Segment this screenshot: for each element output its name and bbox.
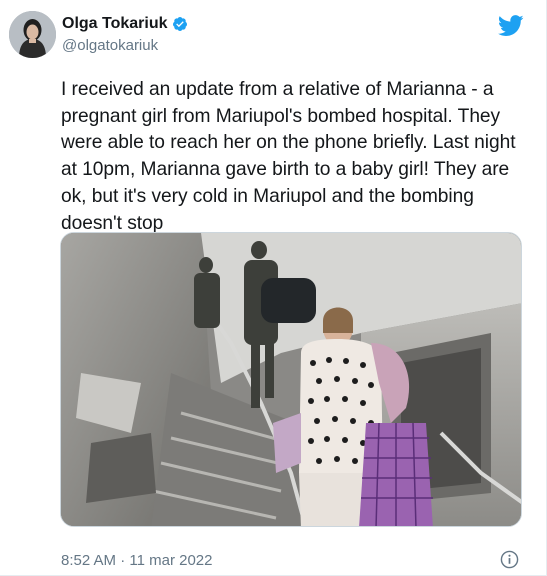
author-handle[interactable]: @olgatokariuk <box>62 37 158 54</box>
tweet-text: I received an update from a relative of … <box>61 79 516 234</box>
tweet-card: Olga Tokariuk @olgatokariuk I received a… <box>0 0 547 576</box>
tweet-timestamp[interactable]: 8:52 AM · 11 mar 2022 <box>61 552 212 569</box>
author-name-row[interactable]: Olga Tokariuk <box>62 15 188 33</box>
author-name[interactable]: Olga Tokariuk <box>62 15 168 33</box>
verified-badge-icon <box>172 17 187 31</box>
twitter-bird-icon[interactable] <box>498 15 524 37</box>
tweet-photo[interactable] <box>60 232 522 527</box>
hospital-stairs-photo <box>61 233 521 526</box>
info-icon[interactable] <box>500 550 519 569</box>
avatar[interactable] <box>9 11 56 58</box>
